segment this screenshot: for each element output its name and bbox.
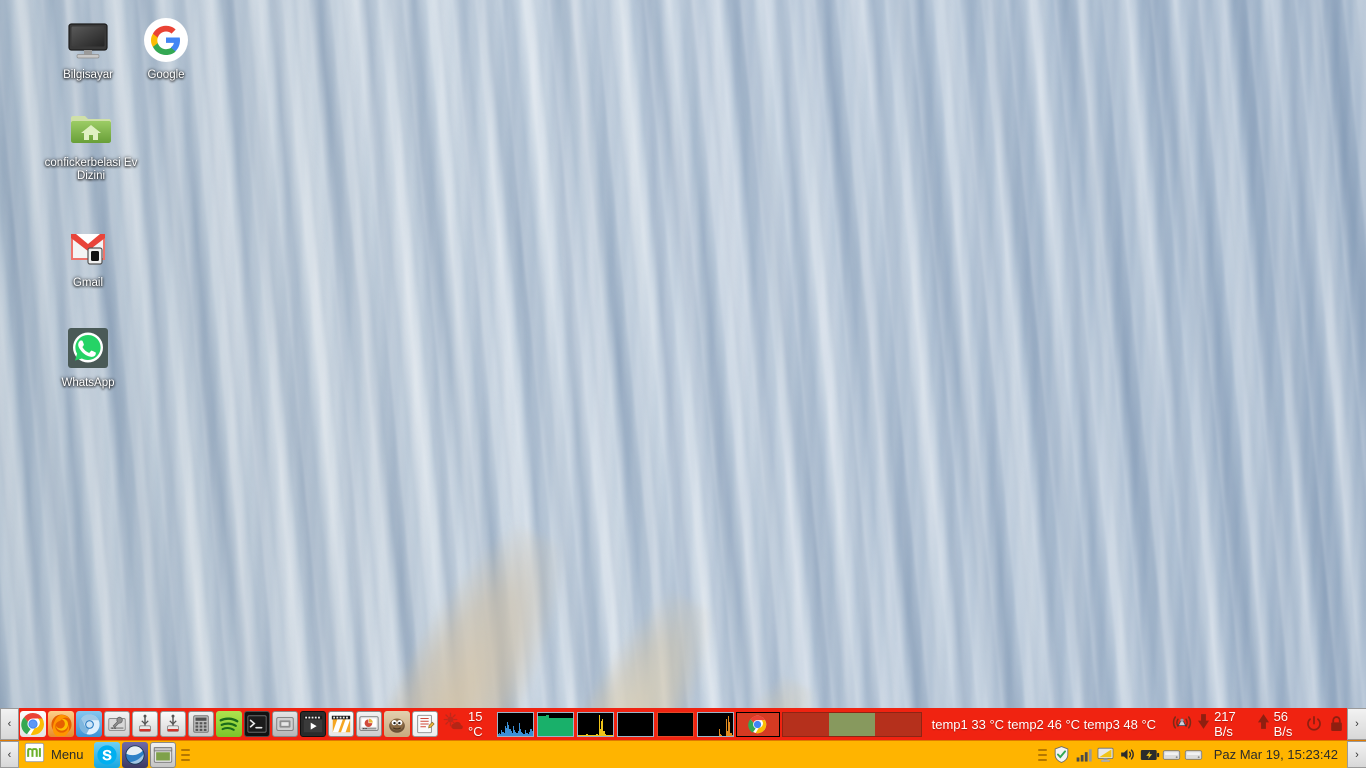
- load-monitor[interactable]: [656, 711, 694, 737]
- workspace-1[interactable]: [782, 712, 829, 736]
- volume-speaker-icon[interactable]: [1117, 744, 1139, 766]
- browser-globe-launcher[interactable]: [121, 741, 148, 768]
- desktop-icon-label: WhatsApp: [61, 377, 115, 389]
- presentation-launcher[interactable]: [356, 711, 382, 737]
- removable-drive-2-icon[interactable]: [1183, 744, 1205, 766]
- weather-temperature: 15 °C: [468, 709, 483, 739]
- network-signal-icon[interactable]: [1073, 744, 1095, 766]
- sun-cloud-icon: [443, 712, 463, 737]
- temperature-sensors-applet[interactable]: temp1 33 °C temp2 46 °C temp3 48 °C: [922, 717, 1166, 732]
- home-folder-icon: [67, 104, 115, 152]
- chromium-launcher[interactable]: [76, 711, 102, 737]
- network-monitor-applet[interactable]: 217 B/s 56 B/s: [1166, 709, 1303, 739]
- terminator-shading: [0, 0, 1366, 768]
- system-monitor-applet: [496, 708, 734, 740]
- earth-surface: [0, 0, 1366, 768]
- shield-security-icon[interactable]: [1051, 744, 1073, 766]
- upload-speed: 56 B/s: [1273, 709, 1293, 739]
- desktop-icon-gmail[interactable]: Gmail: [36, 224, 140, 290]
- text-editor-launcher[interactable]: [412, 711, 438, 737]
- mint-menu-button[interactable]: Menu: [19, 741, 93, 768]
- swap-monitor[interactable]: [616, 711, 654, 737]
- archive-manager-launcher[interactable]: [272, 711, 298, 737]
- top-panel-collapse-right-button[interactable]: ›: [1347, 708, 1366, 740]
- system-settings-launcher[interactable]: [104, 711, 130, 737]
- whatsapp-icon: [64, 324, 112, 372]
- workspace-pager[interactable]: [781, 711, 922, 737]
- video-editor-launcher[interactable]: [328, 711, 354, 737]
- window-task-list: [734, 708, 782, 740]
- workspace-3[interactable]: [874, 712, 921, 736]
- download-arrow-icon: [1197, 713, 1210, 735]
- bottom-panel-collapse-left-button[interactable]: ‹: [0, 741, 19, 768]
- desktop-wallpaper: [0, 0, 1366, 768]
- file-manager-launcher[interactable]: [149, 741, 176, 768]
- bottom-panel: ‹ Menu Paz Mar 19, 15:23:42 ›: [0, 740, 1366, 768]
- clock-applet[interactable]: Paz Mar 19, 15:23:42: [1205, 747, 1347, 762]
- spotify-launcher[interactable]: [216, 711, 242, 737]
- desktop-icon-whatsapp[interactable]: WhatsApp: [36, 324, 140, 390]
- cpu-monitor[interactable]: [496, 711, 534, 737]
- workspace-2[interactable]: [828, 712, 875, 736]
- display-settings-icon[interactable]: [1095, 744, 1117, 766]
- gimp-launcher[interactable]: [384, 711, 410, 737]
- wifi-signal-icon: [1171, 713, 1193, 736]
- power-button-icon[interactable]: [1303, 713, 1325, 735]
- weather-applet[interactable]: 15 °C: [439, 708, 497, 740]
- desktop-icon-google[interactable]: Google: [114, 16, 218, 82]
- skype-launcher[interactable]: [93, 741, 120, 768]
- desktop-icon-label: Gmail: [72, 277, 104, 289]
- desktop-icon-label: confickerbelasi Ev Dizini: [44, 157, 138, 182]
- download-speed: 217 B/s: [1214, 709, 1236, 739]
- gmail-envelope-icon: [64, 224, 112, 272]
- google-chrome-launcher[interactable]: [20, 711, 46, 737]
- tray-drag-handle[interactable]: [1037, 746, 1047, 764]
- bottom-panel-collapse-right-button[interactable]: ›: [1347, 741, 1366, 768]
- linux-mint-logo-icon: [24, 742, 45, 768]
- panel-drag-handle[interactable]: [180, 746, 190, 764]
- disk-monitor[interactable]: [696, 711, 734, 737]
- network-monitor[interactable]: [576, 711, 614, 737]
- lock-screen-icon[interactable]: [1325, 713, 1347, 735]
- usb-device-1-launcher[interactable]: [132, 711, 158, 737]
- mint-menu-label: Menu: [51, 747, 84, 762]
- terminal-launcher[interactable]: [244, 711, 270, 737]
- usb-device-2-launcher[interactable]: [160, 711, 186, 737]
- desktop-icon-home-directory[interactable]: confickerbelasi Ev Dizini: [36, 104, 146, 183]
- memory-monitor[interactable]: [536, 711, 574, 737]
- chrome-window-button[interactable]: [735, 711, 780, 737]
- calculator-launcher[interactable]: [188, 711, 214, 737]
- computer-monitor-icon: [64, 16, 112, 64]
- battery-charging-icon[interactable]: [1139, 744, 1161, 766]
- top-panel-collapse-left-button[interactable]: ‹: [0, 708, 19, 740]
- upload-arrow-icon: [1257, 713, 1270, 735]
- removable-drive-1-icon[interactable]: [1161, 744, 1183, 766]
- video-player-launcher[interactable]: [300, 711, 326, 737]
- desktop-icon-label: Bilgisayar: [63, 69, 113, 81]
- desktop-icon-label: Google: [147, 69, 185, 81]
- google-g-icon: [142, 16, 190, 64]
- window-list-area: [194, 741, 1034, 768]
- top-panel: ‹ 15 °C temp1 33 °C temp2 46 °C temp3 48…: [0, 708, 1366, 740]
- firefox-launcher[interactable]: [48, 711, 74, 737]
